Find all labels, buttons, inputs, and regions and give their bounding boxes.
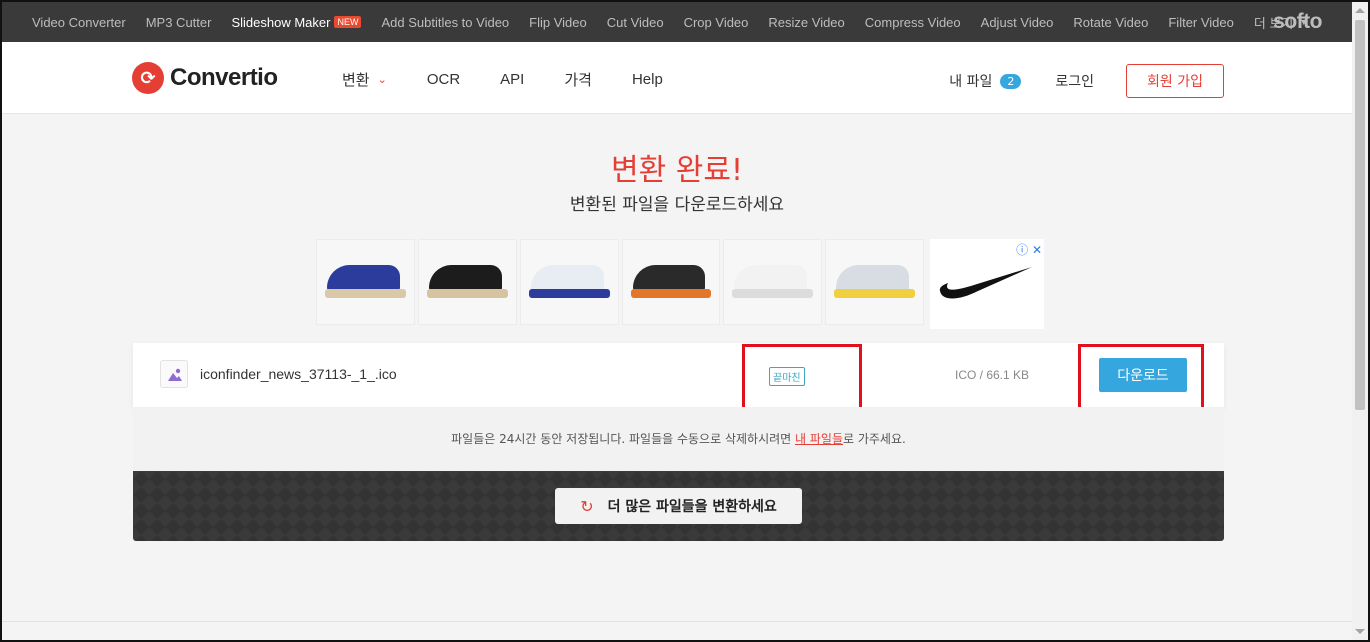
convert-more-button[interactable]: ↻ 더 많은 파일들을 변환하세요 (555, 488, 802, 524)
header-actions: 내 파일 2 로그인 회원 가입 (949, 64, 1224, 98)
shoe-sole (834, 289, 916, 298)
page-subtitle: 변환된 파일을 다운로드하세요 (569, 195, 785, 215)
softo-link-adjust-video[interactable]: Adjust Video (981, 15, 1054, 30)
shoe-body (327, 265, 400, 291)
nav-api[interactable]: API (500, 71, 524, 88)
page-title: 변환 완료! (611, 153, 743, 188)
shoe-body (632, 265, 706, 291)
ad-shoe-image[interactable] (723, 239, 823, 325)
softo-link-cut-video[interactable]: Cut Video (607, 15, 664, 30)
convert-more-label: 더 많은 파일들을 변환하세요 (607, 499, 777, 515)
shoe-sole (426, 289, 508, 298)
swoosh-logo-icon (939, 267, 1033, 299)
footer-divider (2, 621, 1352, 622)
shoe-sole (325, 289, 406, 298)
download-button[interactable]: 다운로드 (1099, 358, 1187, 392)
nav-help[interactable]: Help (632, 71, 663, 88)
softo-link-add-subtitles[interactable]: Add Subtitles to Video (381, 15, 509, 30)
softo-link-slideshow-maker[interactable]: Slideshow Maker NEW (231, 14, 362, 30)
scrollbar-thumb[interactable] (1355, 20, 1365, 410)
nav-convert[interactable]: 변환 ⌄ (342, 69, 387, 90)
ad-shoe-image[interactable] (621, 239, 721, 325)
softo-link-rotate-video[interactable]: Rotate Video (1073, 15, 1148, 30)
my-files-label: 내 파일 (949, 74, 993, 90)
softo-link-video-converter[interactable]: Video Converter (32, 15, 126, 30)
softo-link-filter-video[interactable]: Filter Video (1168, 15, 1234, 30)
ad-info-close-icon[interactable]: ⓘ ✕ (1016, 241, 1042, 258)
shoe-body (530, 265, 604, 291)
shoe-body (428, 265, 502, 291)
notice-text: 파일들은 24시간 동안 저장됩니다. 파일들을 수동으로 삭제하시려면 (451, 432, 796, 446)
nav-ocr[interactable]: OCR (427, 71, 460, 88)
ad-banner[interactable]: ⓘ ✕ (316, 239, 1044, 329)
storage-notice: 파일들은 24시간 동안 저장됩니다. 파일들을 수동으로 삭제하시려면 내 파… (133, 407, 1224, 471)
image-icon (168, 368, 182, 381)
chevron-down-icon: ⌄ (377, 74, 387, 86)
my-files-link[interactable]: 내 파일 2 (949, 71, 1022, 91)
ad-brand-tile[interactable]: ⓘ ✕ (930, 239, 1044, 329)
my-files-notice-link[interactable]: 내 파일들 (795, 432, 843, 446)
shoe-sole (630, 289, 712, 298)
file-result-row: iconfinder_news_37113-_1_.ico 끝마친 ICO / … (133, 343, 1224, 410)
scroll-up-icon[interactable] (1355, 8, 1365, 13)
convertio-logo-icon: ⟳ (132, 62, 164, 94)
ad-shoe-image[interactable] (825, 239, 925, 325)
image-file-icon (160, 360, 188, 388)
softo-links: Video Converter MP3 Cutter Slideshow Mak… (2, 13, 1328, 32)
shoe-body (734, 265, 808, 291)
login-link[interactable]: 로그인 (1055, 71, 1094, 91)
softo-link-resize-video[interactable]: Resize Video (768, 15, 844, 30)
nav-convert-label: 변환 (342, 72, 370, 89)
softo-link-mp3-cutter[interactable]: MP3 Cutter (146, 15, 212, 30)
shoe-body (836, 265, 910, 291)
softo-link-label: Slideshow Maker (231, 14, 331, 30)
shoe-sole (528, 289, 610, 298)
softo-link-flip-video[interactable]: Flip Video (529, 15, 587, 30)
scroll-down-icon[interactable] (1355, 629, 1365, 634)
notice-text-end: 로 가주세요. (843, 432, 906, 446)
softo-logo[interactable]: softo (1273, 10, 1322, 34)
ad-shoe-image[interactable] (417, 239, 517, 325)
convert-more-panel: ↻ 더 많은 파일들을 변환하세요 (133, 471, 1224, 541)
new-badge: NEW (334, 16, 362, 28)
softo-link-compress-video[interactable]: Compress Video (865, 15, 961, 30)
signup-button[interactable]: 회원 가입 (1126, 64, 1224, 98)
page-scrollbar[interactable] (1352, 2, 1368, 640)
softo-top-bar: Video Converter MP3 Cutter Slideshow Mak… (2, 2, 1352, 42)
main-nav: 변환 ⌄ OCR API 가격 Help (342, 69, 703, 90)
file-format-size: ICO / 66.1 KB (955, 368, 1030, 382)
logo-text: Convertio (170, 64, 278, 91)
ad-shoe-image[interactable] (519, 239, 619, 325)
main-header: ⟳ Convertio 변환 ⌄ OCR API 가격 Help 내 파일 2 … (2, 42, 1352, 114)
my-files-count-badge: 2 (1000, 73, 1022, 89)
softo-link-crop-video[interactable]: Crop Video (684, 15, 749, 30)
ad-shoe-image[interactable] (316, 239, 415, 325)
file-name: iconfinder_news_37113-_1_.ico (200, 366, 397, 382)
convertio-logo[interactable]: ⟳ Convertio (132, 62, 278, 94)
shoe-sole (732, 289, 814, 298)
nav-pricing[interactable]: 가격 (564, 69, 592, 90)
refresh-icon: ↻ (580, 496, 594, 516)
status-badge: 끝마친 (769, 367, 805, 386)
